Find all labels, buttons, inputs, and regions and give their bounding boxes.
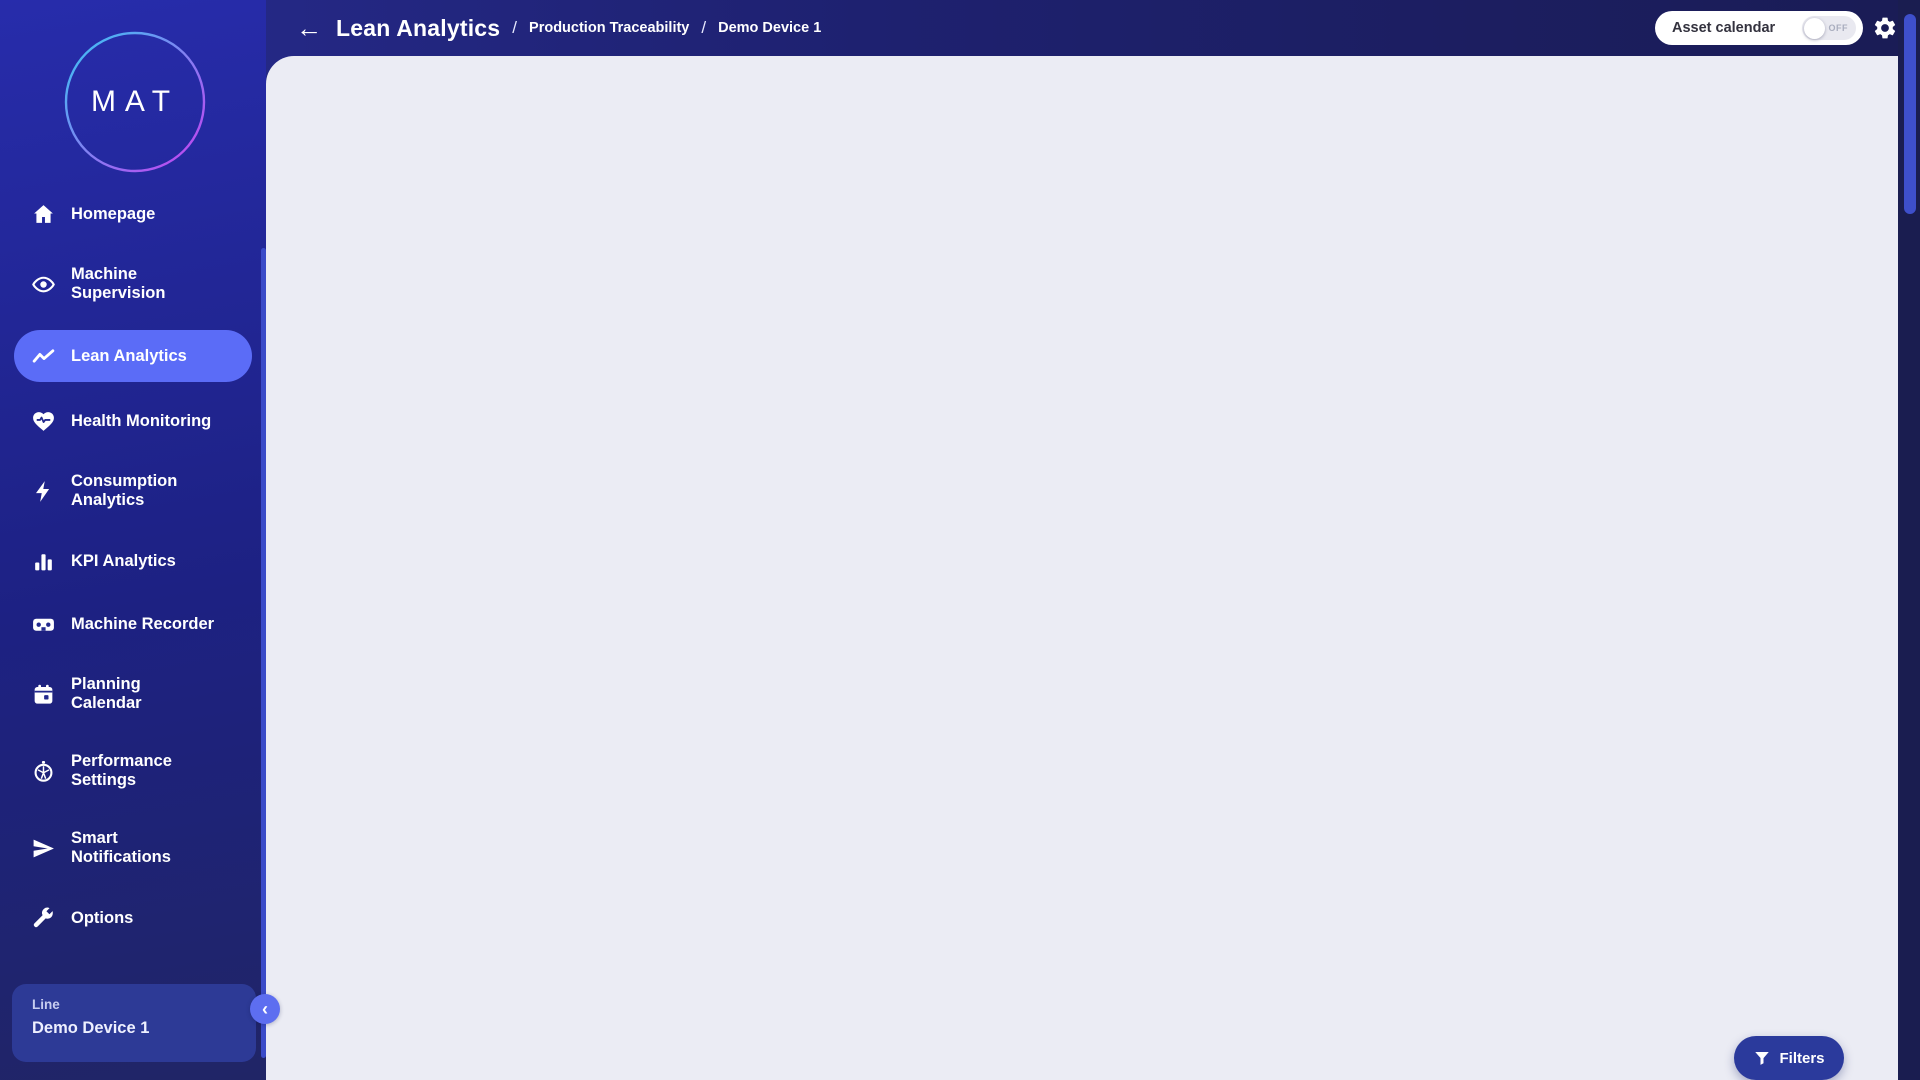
sidebar-item-health-monitoring[interactable]: Health Monitoring: [0, 397, 266, 445]
brand-logo: MAT: [63, 30, 207, 179]
heart-pulse-icon: [31, 409, 56, 434]
breadcrumb-separator: /: [701, 18, 706, 38]
sidebar-item-label: Options: [71, 909, 133, 928]
sidebar: MAT Homepage MachineSupervision Lean Analy…: [0, 0, 266, 1080]
asset-calendar-label: Asset calendar: [1672, 20, 1792, 36]
filters-button[interactable]: Filters: [1734, 1036, 1844, 1080]
sidebar-item-label: SmartNotifications: [71, 829, 171, 867]
bolt-icon: [31, 479, 56, 504]
sidebar-item-label: KPI Analytics: [71, 552, 176, 571]
recorder-icon: [31, 612, 56, 637]
sidebar-item-homepage[interactable]: Homepage: [0, 190, 266, 238]
filters-button-label: Filters: [1779, 1050, 1824, 1067]
bar-chart-icon: [31, 549, 56, 574]
toggle-state-label: OFF: [1829, 23, 1849, 33]
sidebar-item-kpi-analytics[interactable]: KPI Analytics: [0, 537, 266, 585]
asset-calendar-pill: Asset calendar OFF: [1655, 11, 1863, 45]
timer-gauge-icon: [31, 759, 56, 784]
trend-icon: [31, 344, 56, 369]
sidebar-item-consumption-analytics[interactable]: ConsumptionAnalytics: [0, 460, 266, 522]
device-line-label: Line: [32, 997, 236, 1012]
eye-icon: [31, 272, 56, 297]
sidebar-item-label: PlanningCalendar: [71, 675, 142, 713]
sidebar-item-label: ConsumptionAnalytics: [71, 472, 177, 510]
svg-text:MAT: MAT: [91, 85, 179, 118]
wrench-icon: [31, 906, 56, 931]
sidebar-item-options[interactable]: Options: [0, 894, 266, 942]
gear-icon[interactable]: [1872, 15, 1898, 41]
sidebar-item-planning-calendar[interactable]: PlanningCalendar: [0, 663, 266, 725]
sidebar-collapse-button[interactable]: ‹: [250, 994, 280, 1024]
device-selector-card[interactable]: Line Demo Device 1: [12, 984, 256, 1062]
content-panel: [266, 56, 1898, 1080]
sidebar-item-label: Machine Recorder: [71, 615, 214, 634]
page-title: Lean Analytics: [336, 15, 500, 42]
send-icon: [31, 836, 56, 861]
asset-calendar-toggle[interactable]: OFF: [1802, 16, 1856, 40]
device-name: Demo Device 1: [32, 1019, 236, 1038]
sidebar-item-machine-supervision[interactable]: MachineSupervision: [0, 253, 266, 315]
sidebar-item-label: Health Monitoring: [71, 412, 211, 431]
sidebar-item-performance-settings[interactable]: PerformanceSettings: [0, 740, 266, 802]
sidebar-item-smart-notifications[interactable]: SmartNotifications: [0, 817, 266, 879]
sidebar-item-machine-recorder[interactable]: Machine Recorder: [0, 600, 266, 648]
sidebar-scrollbar-thumb[interactable]: [261, 248, 266, 1058]
breadcrumb-separator: /: [512, 18, 517, 38]
app-root: ← Lean Analytics / Production Traceabili…: [0, 0, 1920, 1080]
calendar-icon: [31, 682, 56, 707]
sidebar-item-label: Lean Analytics: [71, 347, 187, 366]
sidebar-item-label: PerformanceSettings: [71, 752, 172, 790]
home-icon: [31, 202, 56, 227]
back-arrow-icon[interactable]: ←: [296, 15, 322, 41]
sidebar-item-label: MachineSupervision: [71, 265, 165, 303]
page-scrollbar-thumb[interactable]: [1904, 14, 1916, 214]
sidebar-menu: Homepage MachineSupervision Lean Analytics…: [0, 190, 266, 942]
gear-icon: [1872, 15, 1898, 41]
breadcrumb: ← Lean Analytics / Production Traceabili…: [296, 0, 821, 56]
filter-funnel-icon: [1753, 1049, 1771, 1067]
breadcrumb-item-traceability[interactable]: Production Traceability: [529, 20, 689, 36]
toggle-knob: [1804, 18, 1825, 39]
sidebar-item-lean-analytics[interactable]: Lean Analytics: [14, 330, 252, 382]
funnel-icon: [1753, 1049, 1771, 1067]
sidebar-item-label: Homepage: [71, 205, 155, 224]
page-scrollbar-track[interactable]: [1898, 0, 1920, 1080]
breadcrumb-item-device[interactable]: Demo Device 1: [718, 20, 821, 36]
